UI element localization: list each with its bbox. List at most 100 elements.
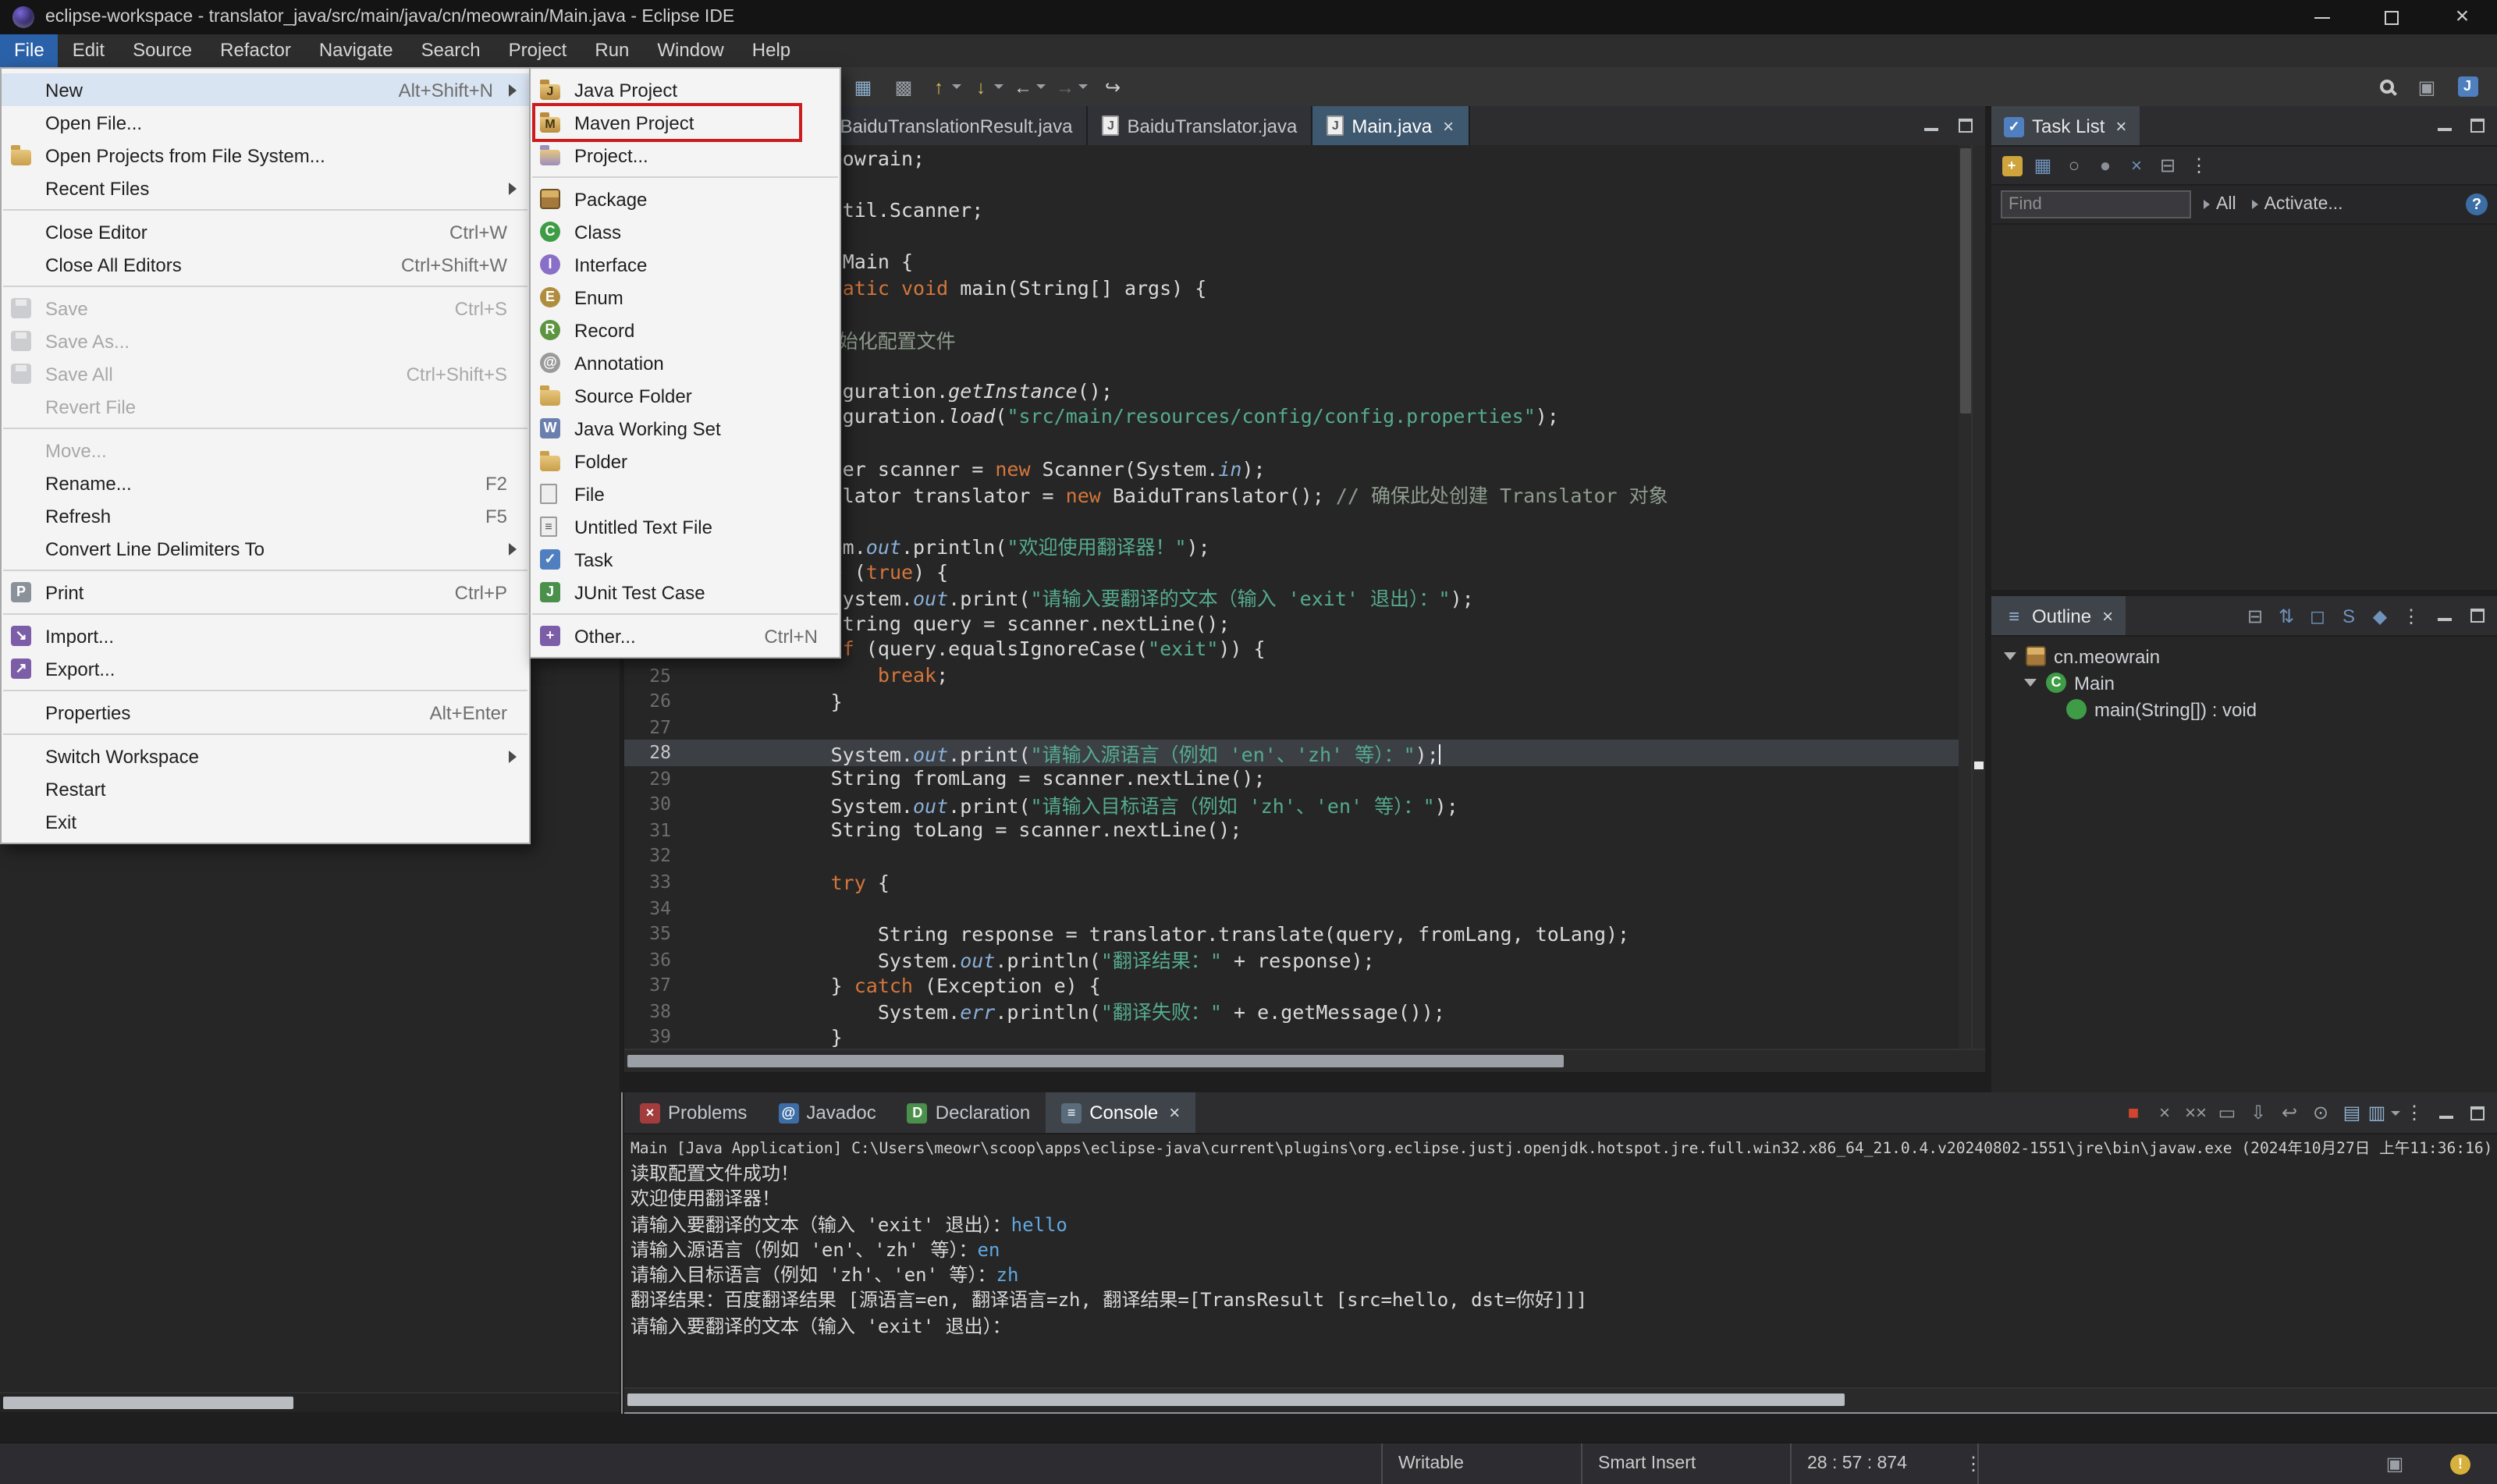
new-submenu-item-maven-project[interactable]: M Maven Project <box>531 103 840 142</box>
scrollbar-thumb[interactable] <box>627 1055 1564 1067</box>
focus-on-workweek-icon[interactable]: ● <box>2091 151 2119 179</box>
menu-source[interactable]: Source <box>119 34 206 67</box>
line-number[interactable]: 28 <box>624 741 684 763</box>
minimize-window-button[interactable] <box>2286 0 2357 34</box>
line-number[interactable]: 30 <box>624 793 684 815</box>
line-number[interactable]: 38 <box>624 1000 684 1022</box>
menu-navigate[interactable]: Navigate <box>305 34 407 67</box>
collapse-all-icon[interactable]: ⊟ <box>2241 602 2269 630</box>
hide-completed-tasks-icon[interactable]: × <box>2122 151 2151 179</box>
line-number[interactable]: 39 <box>624 1026 684 1048</box>
search-icon[interactable] <box>2366 69 2406 105</box>
file-menu-item-import[interactable]: ↘ Import... <box>2 620 529 652</box>
new-submenu-item-interface[interactable]: I Interface <box>531 248 840 281</box>
menu-window[interactable]: Window <box>643 34 737 67</box>
new-submenu-item-package[interactable]: Package <box>531 183 840 215</box>
file-menu-item-properties[interactable]: Properties Alt+Enter <box>2 696 529 729</box>
clear-console-icon[interactable]: ▭ <box>2213 1099 2241 1127</box>
file-menu-item-close-editor[interactable]: Close Editor Ctrl+W <box>2 215 529 248</box>
mark-occurrences-icon[interactable]: ▩ <box>883 69 924 105</box>
collapse-all-icon[interactable]: ⊟ <box>2154 151 2182 179</box>
scheduled-icon[interactable]: ○ <box>2060 151 2088 179</box>
new-submenu-item-other[interactable]: + Other... Ctrl+N <box>531 620 840 652</box>
next-annotation-icon[interactable]: ↓ <box>966 69 1008 105</box>
task-scope-all[interactable]: All <box>2204 195 2236 214</box>
file-menu-item-convert-line-delimiters-to[interactable]: Convert Line Delimiters To <box>2 532 529 565</box>
display-selected-console-icon[interactable]: ▤ <box>2338 1099 2366 1127</box>
new-submenu-item-class[interactable]: C Class <box>531 215 840 248</box>
help-icon[interactable]: ? <box>2466 193 2488 215</box>
open-type-icon[interactable]: ▦ <box>843 69 883 105</box>
close-view-icon[interactable] <box>2099 605 2113 627</box>
close-view-icon[interactable] <box>2112 115 2126 137</box>
scrollbar-thumb[interactable] <box>1960 148 1971 414</box>
close-window-button[interactable] <box>2427 0 2497 34</box>
file-menu-item-open-projects-from-file-system[interactable]: Open Projects from File System... <box>2 139 529 172</box>
file-menu-item-switch-workspace[interactable]: Switch Workspace <box>2 740 529 772</box>
line-number[interactable]: 31 <box>624 819 684 841</box>
maximize-window-button[interactable] <box>2357 0 2427 34</box>
scrollbar-thumb[interactable] <box>627 1393 1845 1406</box>
file-menu-item-restart[interactable]: Restart <box>2 772 529 805</box>
file-menu-item-rename[interactable]: Rename... F2 <box>2 467 529 499</box>
outline-node-main[interactable]: C Main <box>1991 669 2497 696</box>
file-menu-item-open-file[interactable]: Open File... <box>2 106 529 139</box>
remove-all-launches-icon[interactable]: ×× <box>2182 1099 2210 1127</box>
tab-task-list[interactable]: ✓ Task List <box>1991 106 2140 145</box>
menu-edit[interactable]: Edit <box>59 34 119 67</box>
line-number[interactable]: 32 <box>624 845 684 867</box>
hide-fields-icon[interactable]: ◻ <box>2303 602 2332 630</box>
file-menu-item-new[interactable]: New Alt+Shift+N <box>2 73 529 106</box>
line-number[interactable]: 27 <box>624 715 684 737</box>
minimize-view-button[interactable] <box>2430 112 2458 140</box>
maximize-view-button[interactable] <box>2463 1099 2491 1127</box>
tab-declaration[interactable]: D Declaration <box>892 1092 1046 1133</box>
line-number[interactable]: 26 <box>624 690 684 712</box>
view-menu-icon[interactable]: ⋮ <box>2185 151 2213 179</box>
terminate-icon[interactable]: ■ <box>2119 1099 2147 1127</box>
line-number[interactable]: 25 <box>624 664 684 686</box>
editor-tab-main-java[interactable]: J Main.java <box>1312 106 1470 145</box>
outline-node-main-string-void[interactable]: main(String[]) : void <box>1991 696 2497 722</box>
line-number[interactable]: 34 <box>624 896 684 918</box>
file-menu-item-exit[interactable]: Exit <box>2 805 529 838</box>
categorized-icon[interactable]: ▦ <box>2029 151 2057 179</box>
new-submenu-item-enum[interactable]: E Enum <box>531 281 840 314</box>
file-menu-item-close-all-editors[interactable]: Close All Editors Ctrl+Shift+W <box>2 248 529 281</box>
minimize-view-button[interactable] <box>2431 1099 2460 1127</box>
previous-annotation-icon[interactable]: ↑ <box>924 69 966 105</box>
line-number[interactable]: 37 <box>624 975 684 996</box>
new-submenu-item-java-project[interactable]: J Java Project <box>531 73 840 106</box>
hide-non-public-members-icon[interactable]: ◆ <box>2366 602 2394 630</box>
maximize-editor-button[interactable] <box>1951 112 1979 140</box>
scroll-lock-icon[interactable]: ⇩ <box>2244 1099 2272 1127</box>
package-explorer-hscrollbar[interactable] <box>0 1392 620 1412</box>
close-tab-icon[interactable] <box>1166 1102 1180 1124</box>
maximize-view-button[interactable] <box>2463 602 2491 630</box>
statusbar-more-icon[interactable]: ⋮ <box>1963 1443 1984 1484</box>
new-submenu-item-source-folder[interactable]: Source Folder <box>531 379 840 412</box>
overview-ruler[interactable] <box>1971 145 1985 1050</box>
console-output[interactable]: Main [Java Application] C:\Users\meowr\s… <box>624 1133 2497 1389</box>
new-submenu-item-file[interactable]: File <box>531 478 840 510</box>
sash-vertical[interactable] <box>621 1092 623 1414</box>
file-menu-item-recent-files[interactable]: Recent Files <box>2 172 529 204</box>
task-scope-activate[interactable]: Activate... <box>2251 195 2343 214</box>
view-menu-icon[interactable]: ⋮ <box>2400 1099 2428 1127</box>
new-submenu-item-record[interactable]: R Record <box>531 314 840 346</box>
sash-horizontal[interactable] <box>624 1412 2497 1414</box>
java-perspective-icon[interactable]: J <box>2447 69 2488 105</box>
console-hscrollbar[interactable] <box>624 1387 2497 1412</box>
new-submenu-item-junit-test-case[interactable]: J JUnit Test Case <box>531 576 840 609</box>
close-tab-icon[interactable] <box>1440 115 1454 137</box>
line-number[interactable]: 36 <box>624 948 684 970</box>
outline-node-cn-meowrain[interactable]: cn.meowrain <box>1991 643 2497 669</box>
notifications-icon[interactable]: ! <box>2450 1443 2470 1484</box>
expander-open-icon[interactable] <box>2004 652 2018 660</box>
editor-hscrollbar[interactable] <box>624 1049 1985 1072</box>
scrollbar-thumb[interactable] <box>3 1397 293 1409</box>
word-wrap-icon[interactable]: ↩ <box>2275 1099 2303 1127</box>
back-icon[interactable]: ← <box>1008 69 1050 105</box>
new-submenu-item-java-working-set[interactable]: W Java Working Set <box>531 412 840 445</box>
open-console-icon[interactable]: ▥ <box>2368 1099 2399 1127</box>
